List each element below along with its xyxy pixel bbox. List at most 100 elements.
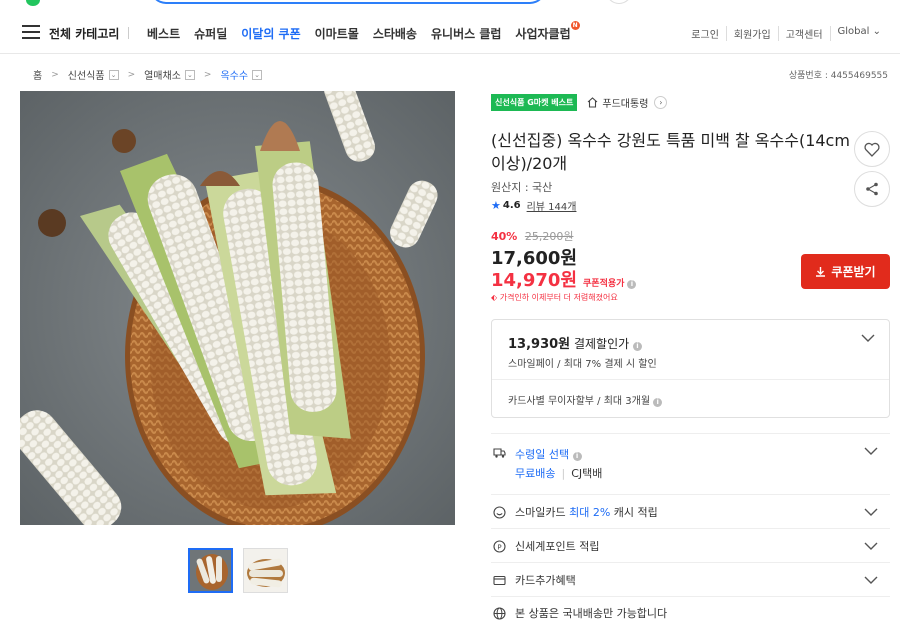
heart-icon [864, 142, 880, 157]
share-button[interactable] [854, 171, 890, 207]
share-icon [866, 182, 878, 196]
thumbnail-2[interactable] [243, 548, 288, 593]
payment-desc: 스마일페이 / 최대 7% 결제 시 할인 [508, 359, 657, 370]
store-link[interactable]: 푸드대통령 › [587, 95, 668, 110]
chevron-down-icon[interactable] [864, 447, 878, 456]
info-icon[interactable]: i [632, 342, 642, 351]
chevron-down-icon[interactable]: ⌄ [108, 69, 119, 80]
nav-link-superdeal[interactable]: 슈퍼딜 [194, 25, 227, 42]
chevron-down-icon[interactable] [864, 576, 878, 585]
coupon-price: 14,970원 [491, 270, 578, 291]
signup-link[interactable]: 회원가입 [725, 26, 778, 41]
product-title: (신선집중) 옥수수 강원도 특품 미백 찰 옥수수(14cm 이상)/20개 [491, 131, 850, 173]
shipping-info: 무료배송 | CJ택배 [515, 465, 602, 481]
chevron-right-icon: > [127, 69, 136, 80]
divider [492, 379, 889, 380]
installment-row: 카드사별 무이자할부 / 최대 3개월 i [508, 392, 663, 407]
all-categories-button[interactable]: 전체 카테고리 [49, 25, 119, 42]
chevron-right-icon: > [203, 69, 212, 80]
shinsegae-point-row[interactable]: P 신세계포인트 적립 [491, 528, 890, 562]
breadcrumb: 홈 > 신선식품 ⌄ > 열매채소 ⌄ > 옥수수 ⌄ [33, 67, 263, 82]
smilecard-row[interactable]: 스마일카드 최대 2% 캐시 적립 [491, 494, 890, 528]
nav-link-best[interactable]: 베스트 [147, 25, 180, 42]
product-main-image [20, 91, 455, 525]
card-benefit-row[interactable]: 카드추가혜택 [491, 562, 890, 596]
breadcrumb-item[interactable]: 신선식품 [68, 67, 105, 82]
domestic-text: 본 상품은 국내배송만 가능합니다 [515, 607, 668, 620]
p-point-icon: P [493, 540, 506, 553]
chevron-down-icon[interactable]: ⌄ [184, 69, 195, 80]
original-price: 25,200원 [524, 230, 574, 243]
nav-link-emart[interactable]: 이마트몰 [315, 25, 359, 42]
globe-icon [493, 607, 506, 620]
nav-link-star-delivery[interactable]: 스타배송 [373, 25, 417, 42]
chevron-down-icon[interactable]: ⌄ [252, 69, 263, 80]
breadcrumb-current[interactable]: 옥수수 [220, 67, 248, 82]
thumbnail-list [188, 548, 288, 593]
login-link[interactable]: 로그인 [684, 26, 726, 41]
carrier: CJ택배 [571, 467, 603, 480]
price-down-icon: ⬖ [491, 293, 498, 302]
free-shipping: 무료배송 [515, 467, 556, 480]
smilecard-highlight: 최대 2% [569, 506, 611, 519]
menu-icon[interactable] [22, 25, 40, 39]
nav-divider [128, 27, 129, 39]
chevron-right-icon: > [51, 69, 59, 80]
search-input[interactable] [150, 0, 546, 4]
smilecard-prefix: 스마일카드 [515, 506, 570, 519]
logo-icon[interactable] [26, 0, 40, 6]
info-icon[interactable]: i [572, 452, 582, 461]
delivery-date-select[interactable]: 수령일 선택 i [515, 446, 582, 462]
review-link[interactable]: 리뷰 144개 [527, 198, 577, 213]
product-number: 상품번호 : 4455469555 [788, 71, 888, 81]
coupon-download-button[interactable]: 쿠폰받기 [801, 254, 890, 289]
corn-basket-illustration [20, 91, 455, 525]
coupon-price-tag: 쿠폰적용가 [583, 279, 625, 289]
info-icon[interactable]: i [653, 398, 663, 407]
rating-score: 4.6 [502, 200, 521, 211]
thumbnail-1[interactable] [188, 548, 233, 593]
utility-links: 로그인 회원가입 고객센터 Global ⌄ [684, 26, 888, 41]
chevron-down-icon[interactable] [861, 334, 875, 343]
customer-center-link[interactable]: 고객센터 [777, 26, 830, 41]
nav-link-business-club-label: 사업자클럽 [515, 27, 571, 41]
header-button[interactable] [606, 0, 632, 4]
payment-amount-row: 13,930원 결제할인가 i [508, 333, 642, 352]
smilecard-suffix: 캐시 적립 [610, 506, 658, 519]
breadcrumb-home[interactable]: 홈 [33, 67, 42, 82]
discount-rate: 40% [491, 230, 518, 243]
nav-link-universe-club[interactable]: 유니버스 클럽 [431, 25, 501, 42]
star-icon: ★ [491, 199, 501, 212]
nav-links: 베스트 슈퍼딜 이달의 쿠폰 이마트몰 스타배송 유니버스 클럽 사업자클럽 N [147, 21, 580, 42]
info-icon[interactable]: i [627, 280, 637, 289]
store-name: 푸드대통령 [602, 99, 649, 110]
category-nav: 전체 카테고리 베스트 슈퍼딜 이달의 쿠폰 이마트몰 스타배송 유니버스 클럽… [0, 14, 900, 54]
coupon-price-row: 14,970원 쿠폰적용가 i [491, 266, 637, 292]
divider: | [561, 467, 566, 480]
wishlist-button[interactable] [854, 131, 890, 167]
global-link[interactable]: Global ⌄ [829, 26, 888, 41]
installment-text: 카드사별 무이자할부 / 최대 3개월 [508, 396, 651, 407]
corn-thumbnail [190, 550, 231, 591]
payment-amount-suffix: 결제할인가 [570, 337, 630, 351]
shinsegae-text: 신세계포인트 적립 [515, 540, 600, 553]
header-top-remnant [0, 0, 900, 8]
payment-discount-box[interactable]: 13,930원 결제할인가 i 스마일페이 / 최대 7% 결제 시 할인 카드… [491, 319, 890, 418]
best-badge[interactable]: 신선식품 G마켓 베스트 [491, 94, 578, 111]
download-icon [816, 267, 826, 277]
corn-thumbnail [244, 549, 287, 592]
chevron-down-icon[interactable] [864, 508, 878, 517]
breadcrumb-item[interactable]: 열매채소 [144, 67, 181, 82]
chevron-down-icon[interactable] [864, 542, 878, 551]
discount-line: 40% 25,200원 [491, 228, 573, 244]
delivery-date-row[interactable]: 수령일 선택 i 무료배송 | CJ택배 [491, 433, 890, 493]
smile-icon [493, 506, 506, 519]
nav-link-business-club[interactable]: 사업자클럽 N [515, 21, 580, 42]
payment-amount: 13,930원 [508, 337, 571, 352]
price-alert: ⬖ 가격인하 이제부터 더 저렴해졌어요 [491, 292, 618, 303]
card-benefit-text: 카드추가혜택 [515, 574, 576, 587]
nav-link-coupon[interactable]: 이달의 쿠폰 [241, 25, 300, 42]
svg-text:P: P [497, 543, 501, 551]
new-badge: N [570, 21, 580, 30]
card-icon [493, 575, 506, 586]
